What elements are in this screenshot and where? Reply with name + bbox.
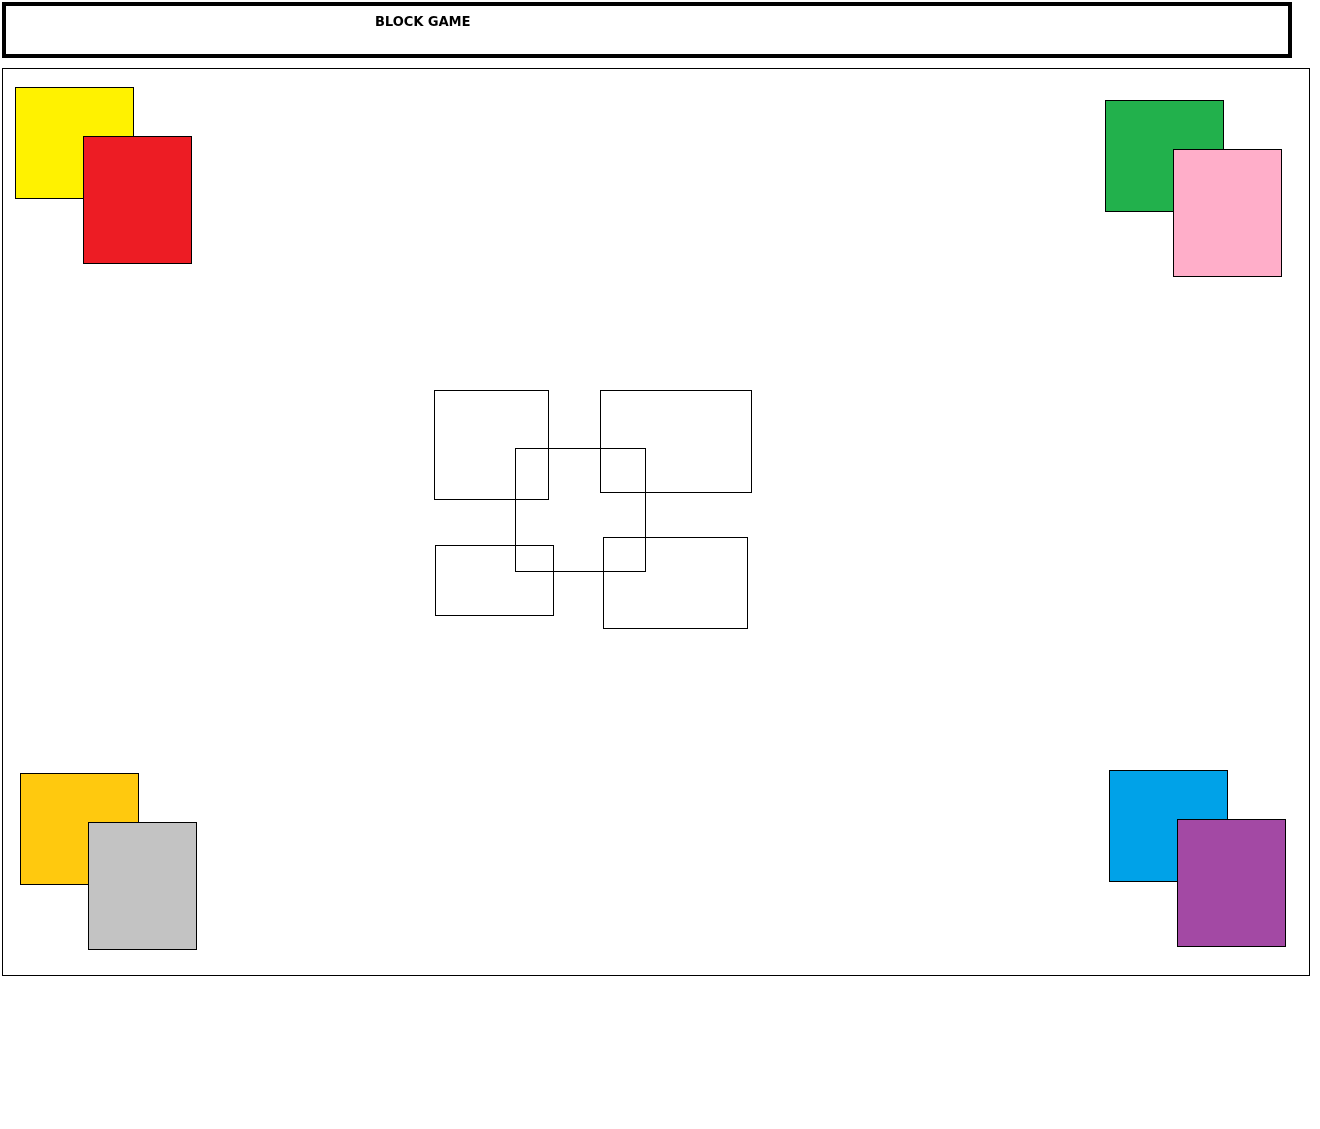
title-bar: BLOCK GAME [2,2,1292,58]
block-red[interactable] [83,136,192,264]
block-pink[interactable] [1173,149,1282,277]
block-purple[interactable] [1177,819,1286,947]
game-title: BLOCK GAME [375,15,471,30]
target-slot[interactable] [435,545,554,616]
block-gray[interactable] [88,822,197,950]
target-slot[interactable] [603,537,748,629]
